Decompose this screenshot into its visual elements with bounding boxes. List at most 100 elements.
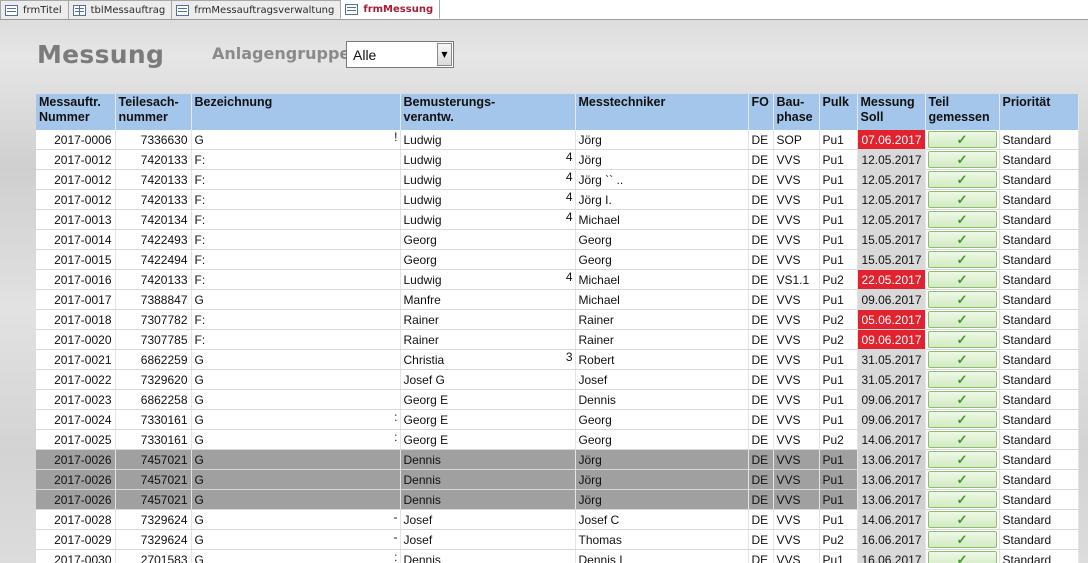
cell-messtechniker[interactable]: Dennis I	[575, 549, 749, 563]
cell-messauftr-nummer[interactable]: 2017-0015	[36, 249, 116, 270]
cell-bezeichnung[interactable]: F:	[191, 269, 401, 290]
cell-bauphase[interactable]: VVS	[773, 409, 820, 430]
cell-messung-soll[interactable]: 31.05.2017	[857, 369, 926, 390]
cell-bezeichnung[interactable]: G:	[191, 409, 401, 430]
cell-pulk[interactable]: Pu1	[819, 169, 858, 190]
cell-teil-gemessen[interactable]: ✓	[925, 229, 1000, 250]
cell-bemusterungsverantw[interactable]: Dennis	[400, 489, 576, 510]
cell-fo[interactable]: DE	[748, 149, 774, 170]
table-row[interactable]: 2017-0006 7336630 G! Ludwig Jörg DE SOP Pu1 07.0…	[36, 130, 1079, 150]
cell-messauftr-nummer[interactable]: 2017-0025	[36, 429, 116, 450]
cell-teilesachnummer[interactable]: 7388847	[115, 289, 192, 310]
cell-pulk[interactable]: Pu1	[819, 549, 858, 563]
checkmark-icon[interactable]: ✓	[927, 271, 997, 288]
cell-messtechniker[interactable]: Thomas	[575, 529, 749, 550]
checkmark-icon[interactable]: ✓	[927, 451, 997, 468]
tab-frmmessung[interactable]: frmMessung	[340, 0, 441, 19]
cell-bauphase[interactable]: VS1.1	[773, 269, 820, 290]
cell-prioritaet[interactable]: Standard	[999, 429, 1079, 450]
chevron-down-icon[interactable]: ▼	[437, 43, 452, 66]
cell-fo[interactable]: DE	[748, 369, 774, 390]
cell-teil-gemessen[interactable]: ✓	[925, 449, 1000, 470]
cell-messauftr-nummer[interactable]: 2017-0014	[36, 229, 116, 250]
cell-messung-soll[interactable]: 15.05.2017	[857, 229, 926, 250]
cell-messung-soll[interactable]: 22.05.2017	[857, 269, 926, 290]
cell-messtechniker[interactable]: Georg	[575, 229, 749, 250]
cell-messung-soll[interactable]: 13.06.2017	[857, 449, 926, 470]
cell-messung-soll[interactable]: 12.05.2017	[857, 149, 926, 170]
cell-messauftr-nummer[interactable]: 2017-0024	[36, 409, 116, 430]
cell-bauphase[interactable]: VVS	[773, 389, 820, 410]
table-row[interactable]: 2017-0014 7422493 F: Georg Georg DE VVS Pu1 15.0…	[36, 229, 1079, 250]
table-row[interactable]: 2017-0015 7422494 F: Georg Georg DE VVS Pu1 15.0…	[36, 249, 1079, 270]
table-row[interactable]: 2017-0029 7329624 G - Josef Thomas DE VVS Pu2 16.…	[36, 529, 1079, 550]
checkmark-icon[interactable]: ✓	[927, 351, 997, 368]
checkmark-icon[interactable]: ✓	[927, 391, 997, 408]
cell-messtechniker[interactable]: Michael	[575, 209, 749, 230]
cell-pulk[interactable]: Pu1	[819, 409, 858, 430]
cell-bemusterungsverantw[interactable]: Josef	[400, 509, 576, 530]
cell-messtechniker[interactable]: Jörg	[575, 449, 749, 470]
checkmark-icon[interactable]: ✓	[927, 191, 997, 208]
cell-prioritaet[interactable]: Standard	[999, 169, 1079, 190]
cell-messauftr-nummer[interactable]: 2017-0026	[36, 469, 116, 490]
anlagengruppe-combobox[interactable]: Alle ▼	[346, 41, 454, 68]
cell-teilesachnummer[interactable]: 7420133	[115, 169, 192, 190]
cell-prioritaet[interactable]: Standard	[999, 349, 1079, 370]
table-row[interactable]: 2017-0018 7307782 F: Rainer Rainer DE VVS Pu2 05…	[36, 309, 1079, 330]
cell-bemusterungsverantw[interactable]: Georg E	[400, 389, 576, 410]
cell-prioritaet[interactable]: Standard	[999, 389, 1079, 410]
cell-bemusterungsverantw[interactable]: Georg	[400, 249, 576, 270]
cell-bemusterungsverantw[interactable]: Georg	[400, 229, 576, 250]
cell-bemusterungsverantw[interactable]: Rainer	[400, 329, 576, 350]
cell-messauftr-nummer[interactable]: 2017-0017	[36, 289, 116, 310]
table-row[interactable]: 2017-0022 7329620 G Josef G Josef DE VVS Pu1 31.…	[36, 369, 1079, 390]
cell-messauftr-nummer[interactable]: 2017-0012	[36, 189, 116, 210]
cell-messung-soll[interactable]: 16.06.2017	[857, 549, 926, 563]
cell-bemusterungsverantw[interactable]: Rainer	[400, 309, 576, 330]
cell-fo[interactable]: DE	[748, 309, 774, 330]
cell-pulk[interactable]: Pu1	[819, 229, 858, 250]
cell-prioritaet[interactable]: Standard	[999, 130, 1079, 150]
tab-frmmessauftragsverwaltung[interactable]: frmMessauftragsverwaltung	[171, 0, 342, 19]
cell-teilesachnummer[interactable]: 7420133	[115, 149, 192, 170]
cell-bauphase[interactable]: VVS	[773, 289, 820, 310]
cell-bezeichnung[interactable]: F:	[191, 329, 401, 350]
cell-messung-soll[interactable]: 15.05.2017	[857, 249, 926, 270]
cell-pulk[interactable]: Pu1	[819, 209, 858, 230]
cell-bemusterungsverantw[interactable]: Ludwig	[400, 130, 576, 150]
table-row[interactable]: 2017-0012 7420133 F: Ludwig 4 Jörg I. DE VVS Pu1…	[36, 189, 1079, 210]
cell-teilesachnummer[interactable]: 7422494	[115, 249, 192, 270]
cell-messung-soll[interactable]: 09.06.2017	[857, 289, 926, 310]
cell-bezeichnung[interactable]: F:	[191, 169, 401, 190]
cell-messung-soll[interactable]: 16.06.2017	[857, 529, 926, 550]
column-header-bauphase[interactable]: Bau-phase	[773, 94, 820, 130]
cell-teilesachnummer[interactable]: 7329624	[115, 509, 192, 530]
cell-prioritaet[interactable]: Standard	[999, 329, 1079, 350]
cell-teil-gemessen[interactable]: ✓	[925, 509, 1000, 530]
cell-bemusterungsverantw[interactable]: Dennis	[400, 469, 576, 490]
cell-bezeichnung[interactable]: F:	[191, 309, 401, 330]
cell-pulk[interactable]: Pu2	[819, 429, 858, 450]
cell-teilesachnummer[interactable]: 2701583	[115, 549, 192, 563]
cell-teil-gemessen[interactable]: ✓	[925, 429, 1000, 450]
cell-pulk[interactable]: Pu1	[819, 149, 858, 170]
cell-bauphase[interactable]: VVS	[773, 189, 820, 210]
cell-teilesachnummer[interactable]: 7330161	[115, 429, 192, 450]
cell-bauphase[interactable]: SOP	[773, 130, 820, 150]
cell-messauftr-nummer[interactable]: 2017-0021	[36, 349, 116, 370]
cell-teil-gemessen[interactable]: ✓	[925, 469, 1000, 490]
cell-fo[interactable]: DE	[748, 130, 774, 150]
cell-messung-soll[interactable]: 31.05.2017	[857, 349, 926, 370]
cell-bezeichnung[interactable]: G	[191, 449, 401, 470]
cell-bemusterungsverantw[interactable]: Josef G	[400, 369, 576, 390]
cell-messung-soll[interactable]: 12.05.2017	[857, 169, 926, 190]
cell-pulk[interactable]: Pu1	[819, 289, 858, 310]
cell-bezeichnung[interactable]: G	[191, 349, 401, 370]
cell-pulk[interactable]: Pu2	[819, 529, 858, 550]
cell-pulk[interactable]: Pu1	[819, 349, 858, 370]
cell-messtechniker[interactable]: Michael	[575, 289, 749, 310]
tab-tblmessauftrag[interactable]: tblMessauftrag	[67, 0, 173, 19]
column-header-bezeichnung[interactable]: Bezeichnung	[191, 94, 401, 130]
cell-prioritaet[interactable]: Standard	[999, 509, 1079, 530]
